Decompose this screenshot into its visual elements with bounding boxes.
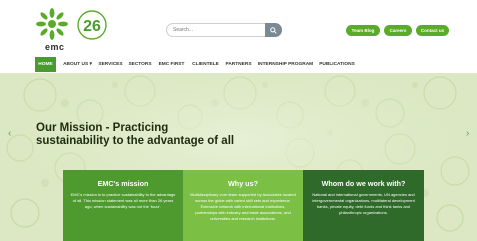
anniversary-number: 26 xyxy=(83,18,101,35)
contact-us-button[interactable]: Contact us xyxy=(416,25,449,36)
why-us-card-title: Why us? xyxy=(228,179,258,188)
logo-wordmark: emc xyxy=(45,42,65,52)
whom-card: Whom do we work with? National and inter… xyxy=(303,170,424,241)
hero-headline-line1: Our Mission - Practicing xyxy=(36,122,169,134)
why-us-card-text: Multidisciplinary core team supported by… xyxy=(190,192,296,221)
why-us-card: Why us? Multidisciplinary core team supp… xyxy=(183,170,303,241)
search-icon xyxy=(270,26,277,34)
slider-next-arrow[interactable]: › xyxy=(466,128,469,139)
search-input[interactable] xyxy=(173,25,263,35)
hero-headline-line2: sustainability to the advantage of all xyxy=(36,135,235,147)
hero-headline: Our Mission - Practicing sustainability … xyxy=(36,122,276,148)
nav-item-clientele[interactable]: CLIENTELE xyxy=(190,57,221,72)
search-button[interactable] xyxy=(265,23,282,37)
main-nav: HOME ABOUT US ▾ SERVICES SECTORS EMC FIR… xyxy=(0,57,477,72)
whom-card-text: National and international governments, … xyxy=(312,192,415,215)
nav-item-partners[interactable]: PARTNERS xyxy=(223,57,254,72)
nav-item-home[interactable]: HOME xyxy=(35,57,56,72)
careers-button[interactable]: Careers xyxy=(384,25,412,36)
nav-item-emc-first[interactable]: EMC FIRST xyxy=(156,57,187,72)
slider-prev-arrow[interactable]: ‹ xyxy=(8,128,11,139)
nav-item-internship-program[interactable]: INTERNSHIP PROGRAM xyxy=(257,57,314,72)
nav-item-services[interactable]: SERVICES xyxy=(97,57,124,72)
mission-card-text: EMC's mission is to practice sustainabil… xyxy=(70,192,176,209)
mission-card: EMC's mission EMC's mission is to practi… xyxy=(63,170,183,241)
team-blog-button[interactable]: Team Blog xyxy=(346,25,380,36)
mission-card-title: EMC's mission xyxy=(97,179,149,188)
search-box xyxy=(166,23,282,37)
nav-item-publications[interactable]: PUBLICATIONS xyxy=(318,57,356,72)
nav-item-about-us[interactable]: ABOUT US ▾ xyxy=(60,57,95,72)
whom-card-title: Whom do we work with? xyxy=(321,179,406,188)
site-header: 26 emc Team Blog Careers Contact us xyxy=(0,0,477,56)
nav-item-sectors[interactable]: SECTORS xyxy=(127,57,153,72)
